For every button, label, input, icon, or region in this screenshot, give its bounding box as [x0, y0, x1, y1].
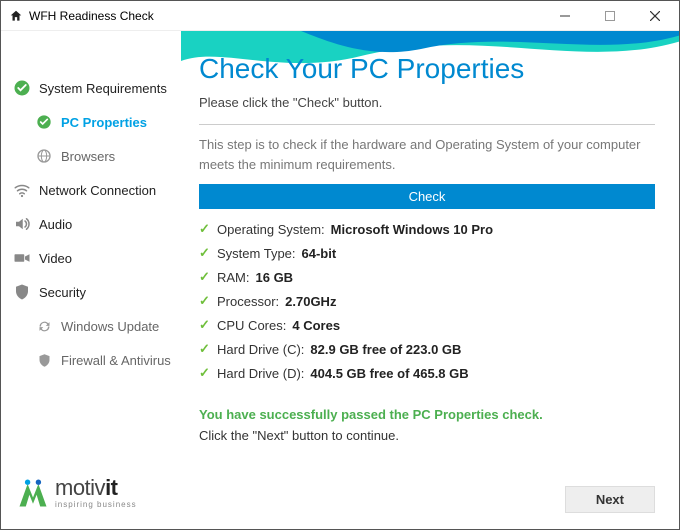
sidebar-item-audio[interactable]: Audio — [1, 207, 181, 241]
minimize-button[interactable] — [542, 1, 587, 30]
refresh-icon — [35, 317, 53, 335]
result-label: System Type: — [217, 246, 296, 261]
result-value: 2.70GHz — [285, 294, 336, 309]
check-icon: ✓ — [199, 317, 217, 333]
result-value: Microsoft Windows 10 Pro — [331, 222, 493, 237]
sidebar-item-network[interactable]: Network Connection — [1, 173, 181, 207]
titlebar: WFH Readiness Check — [1, 1, 679, 31]
check-icon: ✓ — [199, 221, 217, 237]
sidebar-label: PC Properties — [61, 115, 147, 130]
result-row: ✓ CPU Cores: 4 Cores — [199, 317, 655, 333]
result-label: Operating System: — [217, 222, 325, 237]
sidebar-item-windows-update[interactable]: Windows Update — [1, 309, 181, 343]
firewall-icon — [35, 351, 53, 369]
sidebar-item-video[interactable]: Video — [1, 241, 181, 275]
body: System Requirements PC Properties Browse… — [1, 31, 679, 529]
sidebar-item-security[interactable]: Security — [1, 275, 181, 309]
result-value: 64-bit — [302, 246, 337, 261]
page-title: Check Your PC Properties — [199, 53, 655, 85]
result-value: 16 GB — [256, 270, 294, 285]
sidebar-label: Firewall & Antivirus — [61, 353, 171, 368]
check-icon: ✓ — [199, 269, 217, 285]
result-row: ✓ RAM: 16 GB — [199, 269, 655, 285]
audio-icon — [13, 215, 31, 233]
result-row: ✓ Operating System: Microsoft Windows 10… — [199, 221, 655, 237]
result-label: Processor: — [217, 294, 279, 309]
logo-brand: motivit — [55, 477, 137, 499]
sidebar-label: Windows Update — [61, 319, 159, 334]
sidebar-label: Security — [39, 285, 86, 300]
sidebar-label: System Requirements — [39, 81, 167, 96]
sidebar-item-system-requirements[interactable]: System Requirements — [1, 71, 181, 105]
result-value: 404.5 GB free of 465.8 GB — [310, 366, 468, 381]
shield-icon — [13, 283, 31, 301]
check-circle-icon — [13, 79, 31, 97]
check-icon: ✓ — [199, 293, 217, 309]
result-row: ✓ Hard Drive (C): 82.9 GB free of 223.0 … — [199, 341, 655, 357]
sidebar: System Requirements PC Properties Browse… — [1, 31, 181, 529]
logo: motivit inspiring business — [1, 465, 181, 529]
check-button[interactable]: Check — [199, 184, 655, 209]
wifi-icon — [13, 181, 31, 199]
sidebar-item-firewall[interactable]: Firewall & Antivirus — [1, 343, 181, 377]
sidebar-label: Audio — [39, 217, 72, 232]
check-icon: ✓ — [199, 341, 217, 357]
window-title: WFH Readiness Check — [29, 9, 542, 23]
success-message: You have successfully passed the PC Prop… — [199, 407, 655, 422]
result-label: CPU Cores: — [217, 318, 286, 333]
logo-mark-icon — [15, 475, 51, 511]
check-icon: ✓ — [199, 245, 217, 261]
result-label: RAM: — [217, 270, 250, 285]
page-subtitle: Please click the "Check" button. — [199, 95, 655, 110]
sidebar-label: Video — [39, 251, 72, 266]
result-label: Hard Drive (D): — [217, 366, 304, 381]
check-icon: ✓ — [199, 365, 217, 381]
app-window: WFH Readiness Check System Requirements … — [0, 0, 680, 530]
next-button[interactable]: Next — [565, 486, 655, 513]
sidebar-item-browsers[interactable]: Browsers — [1, 139, 181, 173]
sidebar-item-pc-properties[interactable]: PC Properties — [1, 105, 181, 139]
page-description: This step is to check if the hardware an… — [199, 135, 655, 174]
home-icon — [9, 9, 23, 23]
sidebar-label: Network Connection — [39, 183, 156, 198]
main-panel: Check Your PC Properties Please click th… — [181, 31, 679, 529]
check-circle-icon — [35, 113, 53, 131]
video-icon — [13, 249, 31, 267]
result-value: 82.9 GB free of 223.0 GB — [310, 342, 461, 357]
maximize-button[interactable] — [587, 1, 632, 30]
sidebar-label: Browsers — [61, 149, 115, 164]
close-button[interactable] — [632, 1, 677, 30]
next-hint: Click the "Next" button to continue. — [199, 428, 655, 443]
globe-icon — [35, 147, 53, 165]
result-label: Hard Drive (C): — [217, 342, 304, 357]
logo-tagline: inspiring business — [55, 501, 137, 509]
result-row: ✓ Processor: 2.70GHz — [199, 293, 655, 309]
result-row: ✓ Hard Drive (D): 404.5 GB free of 465.8… — [199, 365, 655, 381]
result-value: 4 Cores — [292, 318, 340, 333]
results-list: ✓ Operating System: Microsoft Windows 10… — [199, 221, 655, 381]
result-row: ✓ System Type: 64-bit — [199, 245, 655, 261]
divider — [199, 124, 655, 125]
